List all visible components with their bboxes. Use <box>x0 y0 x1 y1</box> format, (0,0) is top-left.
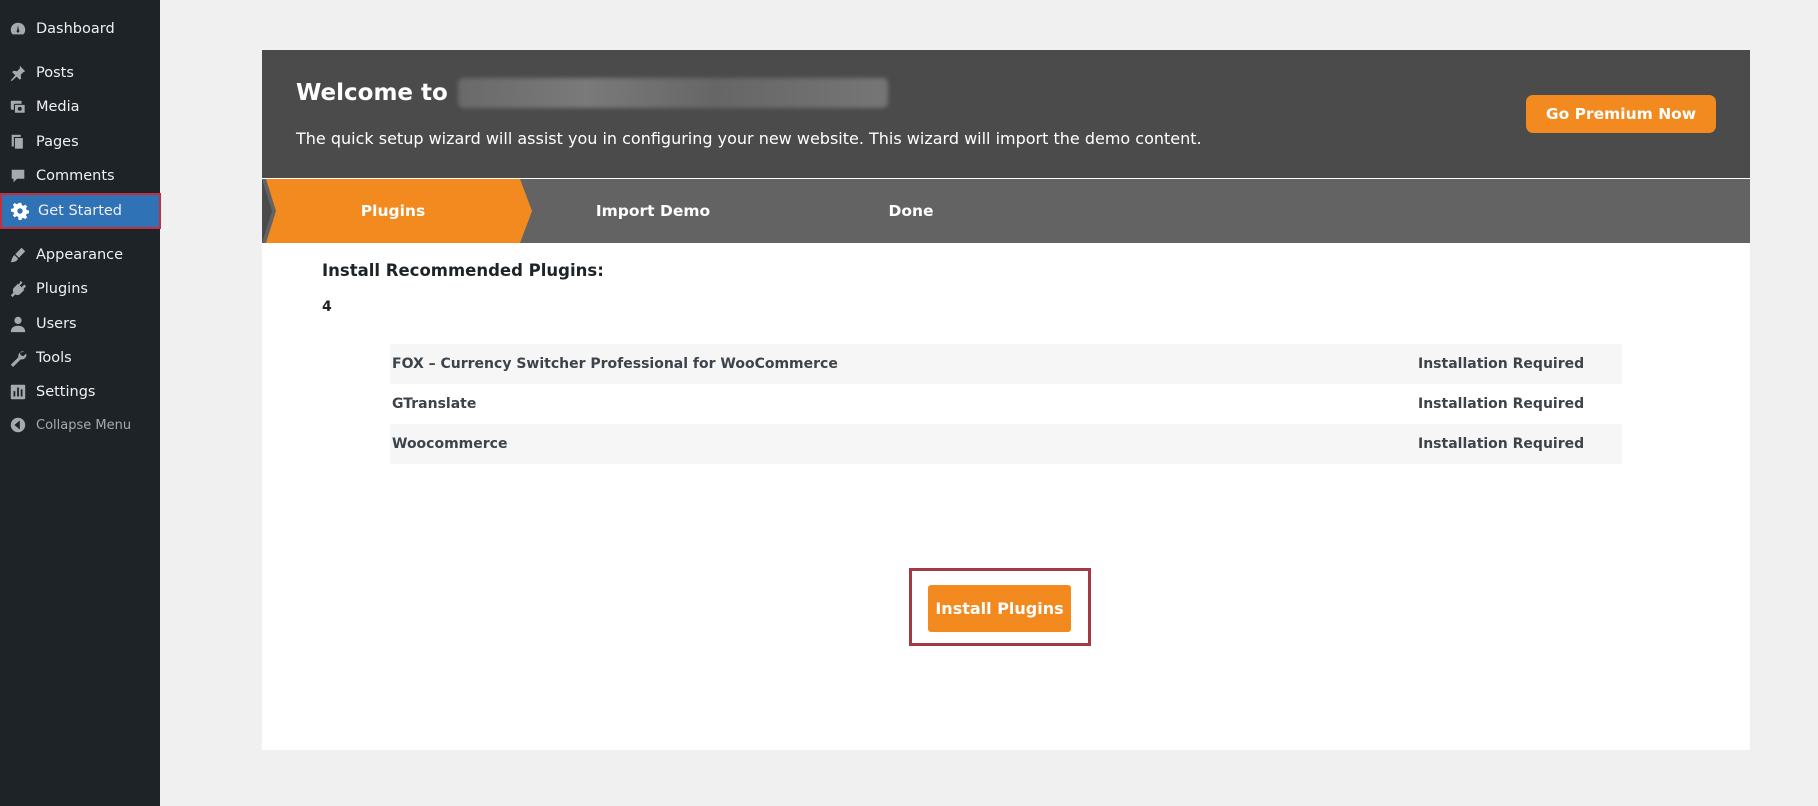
sidebar-item-label: Comments <box>36 168 115 184</box>
blurred-site-name <box>457 78 888 108</box>
sidebar-item-label: Media <box>36 99 80 115</box>
admin-sidebar: Dashboard Posts Media Pages Comments Get… <box>0 0 161 806</box>
table-row: Woocommerce Installation Required <box>390 424 1622 464</box>
plugin-name: FOX – Currency Switcher Professional for… <box>392 356 838 372</box>
wrench-icon <box>0 349 36 367</box>
sidebar-item-get-started[interactable]: Get Started <box>0 193 161 229</box>
sidebar-item-comments[interactable]: Comments <box>0 160 160 192</box>
section-title: Install Recommended Plugins: <box>322 261 604 280</box>
plugins-table: FOX – Currency Switcher Professional for… <box>390 344 1622 464</box>
pages-icon <box>0 133 36 151</box>
plugin-count: 4 <box>322 299 332 315</box>
sidebar-item-posts[interactable]: Posts <box>0 57 160 89</box>
plugin-status: Installation Required <box>1418 356 1585 372</box>
sidebar-item-label: Tools <box>36 350 72 366</box>
sidebar-item-plugins[interactable]: Plugins <box>0 273 160 305</box>
sidebar-item-label: Pages <box>36 134 79 150</box>
sidebar-item-pages[interactable]: Pages <box>0 126 160 158</box>
sidebar-item-label: Collapse Menu <box>36 417 132 433</box>
table-row: GTranslate Installation Required <box>390 384 1622 424</box>
sidebar-item-dashboard[interactable]: Dashboard <box>0 13 160 45</box>
wizard-steps: Plugins Import Demo Done <box>262 179 1750 243</box>
install-plugins-button[interactable]: Install Plugins <box>928 585 1071 632</box>
plugin-name: Woocommerce <box>392 436 508 452</box>
comment-icon <box>0 167 36 185</box>
plugin-status: Installation Required <box>1418 396 1585 412</box>
brush-icon <box>0 246 36 264</box>
sidebar-item-label: Dashboard <box>36 21 115 37</box>
wizard-header: Welcome to The quick setup wizard will a… <box>262 50 1750 178</box>
step-done[interactable]: Done <box>784 179 1038 243</box>
sidebar-item-tools[interactable]: Tools <box>0 342 160 374</box>
plug-icon <box>0 280 36 298</box>
collapse-icon <box>0 416 36 434</box>
sidebar-item-label: Settings <box>36 384 96 400</box>
sidebar-item-label: Users <box>36 316 77 332</box>
table-row: FOX – Currency Switcher Professional for… <box>390 344 1622 384</box>
pin-icon <box>0 64 36 82</box>
welcome-text: Welcome to <box>296 80 448 106</box>
go-premium-button[interactable]: Go Premium Now <box>1526 95 1716 133</box>
sidebar-item-appearance[interactable]: Appearance <box>0 239 160 271</box>
media-icon <box>0 98 36 116</box>
sidebar-item-label: Appearance <box>36 247 124 263</box>
sidebar-item-label: Posts <box>36 65 74 81</box>
settings-icon <box>0 383 36 401</box>
welcome-title: Welcome to <box>296 78 888 108</box>
sidebar-item-settings[interactable]: Settings <box>0 376 160 408</box>
sidebar-item-users[interactable]: Users <box>0 308 160 340</box>
sidebar-item-label: Plugins <box>36 281 88 297</box>
collapse-menu-button[interactable]: Collapse Menu <box>0 409 160 441</box>
plugin-name: GTranslate <box>392 396 477 412</box>
plugin-status: Installation Required <box>1418 436 1585 452</box>
sidebar-item-label: Get Started <box>38 203 122 219</box>
step-plugins[interactable]: Plugins <box>266 179 520 243</box>
sidebar-item-media[interactable]: Media <box>0 91 160 123</box>
gear-icon <box>2 202 38 220</box>
setup-wizard-panel: Welcome to The quick setup wizard will a… <box>262 50 1750 750</box>
user-icon <box>0 315 36 333</box>
step-import-demo[interactable]: Import Demo <box>526 179 780 243</box>
dashboard-icon <box>0 20 36 38</box>
wizard-description: The quick setup wizard will assist you i… <box>296 129 1202 148</box>
